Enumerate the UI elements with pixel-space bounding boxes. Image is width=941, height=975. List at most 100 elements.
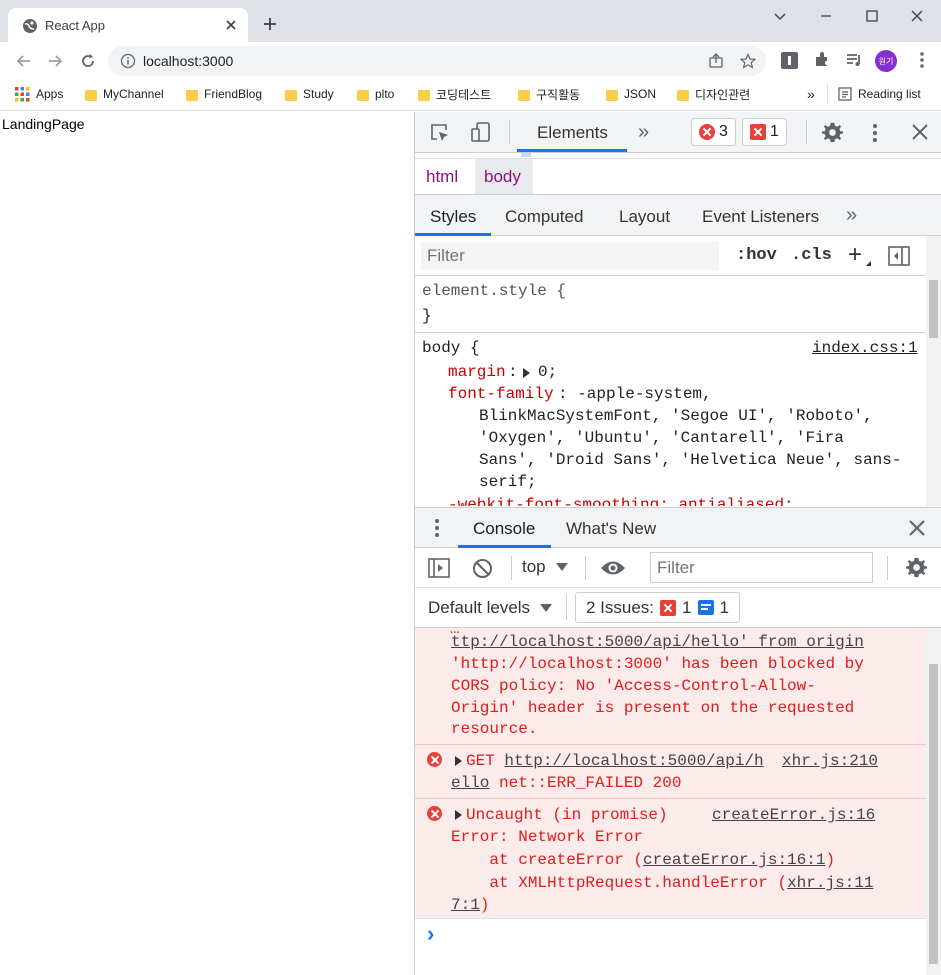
styles-scrollbar[interactable] — [926, 236, 941, 506]
cls-toggle[interactable]: .cls — [791, 246, 832, 265]
bookmark-folder[interactable]: JSON — [606, 84, 656, 104]
request-url-link[interactable]: http://localhost:5000/api/h — [504, 752, 763, 770]
source-link[interactable]: xhr.js:210 — [782, 750, 878, 772]
console-filter-input[interactable] — [650, 552, 873, 583]
tab-layout[interactable]: Layout — [619, 207, 670, 227]
bookmark-folder[interactable]: MyChannel — [85, 84, 164, 104]
bookmark-apps[interactable]: Apps — [15, 84, 63, 104]
drawer-menu-icon[interactable] — [433, 517, 441, 539]
context-selector[interactable]: top — [522, 557, 568, 577]
bookmarks-overflow-button[interactable]: » — [807, 84, 815, 104]
inspect-element-icon[interactable] — [429, 122, 451, 144]
maximize-icon[interactable] — [864, 8, 880, 24]
console-settings-gear-icon[interactable] — [905, 556, 928, 579]
bookmark-folder[interactable]: Study — [285, 84, 334, 104]
element-style-selector[interactable]: element.style { — [422, 280, 566, 302]
expand-arrow-icon[interactable] — [455, 810, 462, 820]
profile-avatar[interactable]: 원기 — [875, 50, 897, 72]
new-style-rule-button[interactable]: + — [848, 241, 862, 269]
site-info-icon[interactable] — [120, 53, 136, 69]
bookmark-folder[interactable]: plto — [357, 84, 394, 104]
media-control-icon[interactable] — [845, 51, 863, 69]
console-prompt[interactable]: › — [415, 918, 926, 975]
forward-icon[interactable] — [45, 51, 65, 71]
share-icon[interactable] — [708, 53, 724, 69]
reload-icon[interactable] — [78, 51, 98, 71]
stack-suffix: ) — [479, 896, 490, 914]
styles-filter-input[interactable] — [421, 242, 719, 270]
close-devtools-icon[interactable] — [911, 123, 929, 141]
bookmark-star-icon[interactable] — [740, 53, 756, 69]
rule-selector[interactable]: body { — [422, 337, 480, 359]
margin-value[interactable]: 0; — [538, 361, 557, 383]
hov-toggle[interactable]: :hov — [736, 246, 777, 265]
page-viewport — [0, 112, 414, 975]
tab-styles[interactable]: Styles — [430, 207, 476, 227]
extension-icon[interactable] — [781, 52, 798, 69]
breadcrumb-body[interactable]: body — [484, 167, 521, 187]
more-tabs-button[interactable]: » — [638, 121, 649, 144]
toolbar-divider — [566, 594, 567, 620]
console-scrollbar[interactable] — [926, 628, 941, 975]
reading-list-button[interactable]: Reading list — [838, 84, 921, 104]
stack-link[interactable]: 7:1 — [451, 896, 480, 914]
bookmark-label: FriendBlog — [204, 87, 263, 101]
scrollbar-thumb[interactable] — [929, 280, 938, 338]
font-family-property[interactable]: font-family — [448, 383, 554, 405]
bookmark-folder[interactable]: 코딩테스트 — [418, 84, 491, 104]
console-error-message[interactable]: GET http://localhost:5000/api/h xhr.js:2… — [415, 744, 926, 798]
tab-computed[interactable]: Computed — [505, 207, 583, 227]
message-line: CORS policy: No 'Access-Control-Allow- — [451, 677, 816, 695]
browser-tab[interactable]: React App — [8, 8, 248, 42]
console-error-message[interactable]: Uncaught (in promise) createError.js:16 … — [415, 798, 926, 918]
address-bar[interactable]: localhost:3000 — [108, 46, 766, 76]
close-tab-icon[interactable] — [224, 18, 238, 32]
source-link[interactable]: createError.js:16 — [712, 804, 875, 826]
new-tab-icon[interactable] — [262, 16, 278, 32]
font-smoothing-line[interactable]: -webkit-font-smoothing: antialiased; — [448, 494, 794, 506]
expand-arrow-icon[interactable] — [523, 368, 530, 378]
font-family-value-line[interactable]: serif; — [479, 471, 537, 493]
show-sidebar-icon[interactable] — [428, 558, 450, 578]
clear-console-icon[interactable] — [472, 558, 493, 579]
close-drawer-icon[interactable] — [908, 519, 926, 537]
minimize-icon[interactable] — [818, 8, 834, 24]
scrollbar-thumb[interactable] — [929, 664, 938, 964]
errors-badge[interactable]: 3 — [691, 118, 736, 146]
console-error-message[interactable]: … ttp://localhost:5000/api/hello' from o… — [415, 628, 926, 744]
tab-search-icon[interactable] — [772, 8, 788, 24]
toggle-sidebar-icon[interactable] — [888, 246, 910, 266]
margin-property[interactable]: margin — [448, 361, 506, 383]
cors-url-link[interactable]: ttp://localhost:5000/api/hello' from ori… — [451, 633, 864, 651]
chrome-menu-icon[interactable] — [913, 51, 931, 69]
tab-elements[interactable]: Elements — [537, 123, 608, 143]
request-url-link[interactable]: ello — [451, 774, 489, 792]
expand-arrow-icon[interactable] — [455, 756, 462, 766]
breadcrumb-html[interactable]: html — [426, 167, 458, 187]
stack-link[interactable]: xhr.js:11 — [787, 874, 873, 892]
issues-badge[interactable]: 1 — [742, 118, 787, 146]
font-family-value-line[interactable]: : -apple-system, — [558, 383, 712, 405]
customize-menu-icon[interactable] — [865, 122, 885, 144]
bookmark-folder[interactable]: 구직활동 — [518, 84, 580, 104]
extensions-puzzle-icon[interactable] — [813, 51, 831, 69]
bookmark-folder[interactable]: FriendBlog — [186, 84, 262, 104]
more-style-tabs-button[interactable]: » — [846, 204, 857, 227]
window-close-icon[interactable] — [909, 8, 925, 24]
folder-icon — [518, 89, 530, 101]
tab-whats-new[interactable]: What's New — [566, 519, 656, 539]
device-toolbar-icon[interactable] — [470, 121, 492, 143]
stack-link[interactable]: createError.js:16:1 — [643, 851, 825, 869]
settings-gear-icon[interactable] — [821, 121, 844, 144]
log-levels-dropdown[interactable]: Default levels — [428, 598, 553, 618]
issues-button[interactable]: 2 Issues: 1 1 — [575, 592, 740, 623]
font-family-value-line[interactable]: Sans', 'Droid Sans', 'Helvetica Neue', s… — [479, 449, 901, 471]
tab-console[interactable]: Console — [473, 519, 535, 539]
back-icon[interactable] — [14, 51, 34, 71]
live-expression-eye-icon[interactable] — [600, 559, 626, 577]
bookmark-folder[interactable]: 디자인관련 — [677, 84, 750, 104]
tab-event-listeners[interactable]: Event Listeners — [702, 207, 819, 227]
font-family-value-line[interactable]: 'Oxygen', 'Ubuntu', 'Cantarell', 'Fira — [479, 427, 844, 449]
rule-source-link[interactable]: index.css:1 — [812, 337, 918, 359]
font-family-value-line[interactable]: BlinkMacSystemFont, 'Segoe UI', 'Roboto'… — [479, 405, 873, 427]
